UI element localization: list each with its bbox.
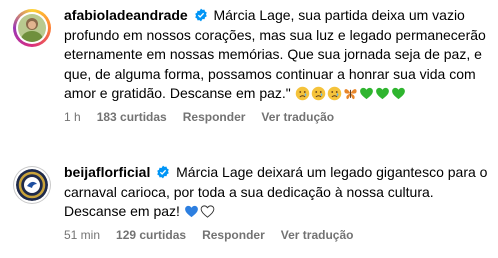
comment-text-block: afabioladeandrade Márcia Lage, sua parti… xyxy=(64,6,490,104)
translate-button[interactable]: Ver tradução xyxy=(281,228,354,242)
likes-count[interactable]: 183 curtidas xyxy=(97,110,167,124)
crying-face-icon xyxy=(311,86,325,101)
likes-count[interactable]: 129 curtidas xyxy=(116,228,186,242)
green-heart-icon xyxy=(391,87,405,100)
white-heart-icon xyxy=(200,205,215,218)
username[interactable]: beijaflorficial xyxy=(64,164,150,180)
avatar-photo xyxy=(18,14,46,42)
blue-heart-icon xyxy=(184,205,198,218)
emoji-row xyxy=(295,86,406,101)
comment-time[interactable]: 51 min xyxy=(64,228,100,242)
verified-badge-icon xyxy=(194,8,207,22)
translate-button[interactable]: Ver tradução xyxy=(261,110,334,124)
emoji-row xyxy=(184,204,215,219)
comment-meta: 1 h 183 curtidas Responder Ver tradução xyxy=(64,110,490,124)
verified-badge-icon xyxy=(157,165,170,179)
butterfly-icon xyxy=(344,89,357,100)
reply-button[interactable]: Responder xyxy=(183,110,246,124)
reply-button[interactable]: Responder xyxy=(202,228,265,242)
avatar[interactable] xyxy=(13,166,51,204)
comment-text-block: beijaflorficial Márcia Lage deixará um l… xyxy=(64,163,490,222)
green-heart-icon xyxy=(359,87,373,100)
comment-meta: 51 min 129 curtidas Responder Ver traduç… xyxy=(64,228,490,242)
crying-face-icon xyxy=(327,86,341,101)
comment-time[interactable]: 1 h xyxy=(64,110,81,124)
crying-face-icon xyxy=(295,86,309,101)
avatar[interactable] xyxy=(13,9,51,47)
avatar-photo xyxy=(16,169,48,201)
green-heart-icon xyxy=(375,87,389,100)
username[interactable]: afabioladeandrade xyxy=(64,7,188,23)
